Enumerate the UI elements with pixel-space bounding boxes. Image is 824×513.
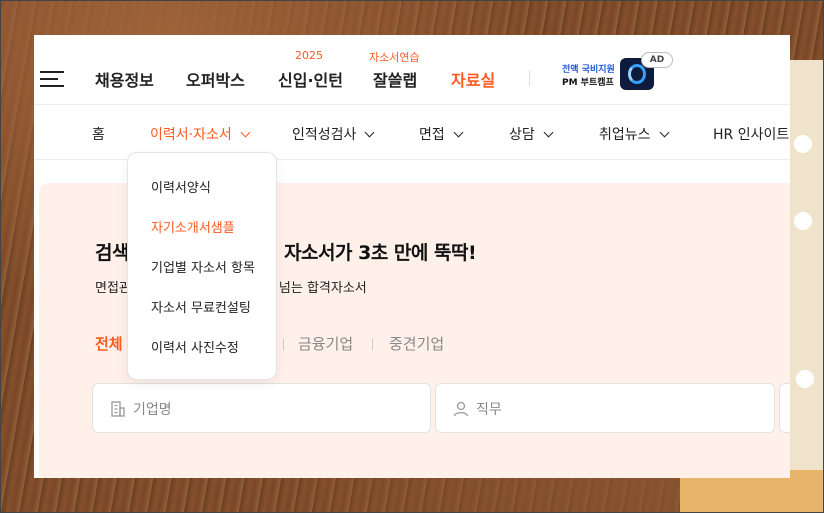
top-navigation: 채용정보 오퍼박스 2025 신입·인턴 자소서연습 잘쓸랩 자료실 전액 국비…: [34, 35, 790, 105]
subnav-counsel-label: 상담: [509, 127, 535, 143]
subnav-home-label: 홈: [92, 127, 105, 143]
filter-finance[interactable]: 금융기업: [298, 333, 353, 354]
extra-search-field[interactable]: [779, 383, 790, 433]
filter-midsize[interactable]: 중견기업: [389, 333, 444, 354]
subnav-counsel[interactable]: 상담: [509, 124, 554, 144]
subnav-home[interactable]: 홈: [92, 124, 105, 144]
filter-divider: [283, 339, 284, 350]
menu-item-cover-letter-samples[interactable]: 자기소개서샘플: [151, 217, 235, 236]
job-search-field[interactable]: 직무: [435, 383, 775, 433]
hero-subtitle-right: 넘는 합격자소서: [278, 281, 367, 296]
chevron-down-icon: [240, 127, 251, 138]
nav-lab-tag: 자소서연습: [369, 51, 420, 64]
ad-badge: AD: [641, 52, 673, 68]
subnav-interview[interactable]: 면접: [419, 124, 464, 144]
browser-page: 채용정보 오퍼박스 2025 신입·인턴 자소서연습 잘쓸랩 자료실 전액 국비…: [34, 35, 790, 478]
nav-offerbox[interactable]: 오퍼박스: [186, 67, 245, 91]
hero-subtitle-left: 면접관: [95, 281, 131, 296]
filter-all[interactable]: 전체: [95, 333, 123, 354]
nav-newgrad-tag: 2025: [295, 49, 323, 62]
subnav-interview-label: 면접: [419, 127, 445, 143]
chevron-down-icon: [453, 127, 464, 138]
subnav-news-label: 취업뉴스: [599, 127, 651, 143]
filter-divider: [372, 339, 373, 350]
subnav-aptitude[interactable]: 인적성검사: [292, 124, 375, 144]
building-icon: [111, 401, 125, 417]
nav-lab[interactable]: 잘쓸랩: [373, 67, 417, 91]
nav-divider: [529, 70, 530, 86]
resume-dropdown-menu: 이력서양식 자기소개서샘플 기업별 자소서 항목 자소서 무료컨설팅 이력서 사…: [127, 152, 277, 380]
ad-banner[interactable]: 전액 국비지원 PM 부트캠프 AD: [559, 52, 679, 95]
hero-title-right: 격 자소서가 3초 만에 뚝딱!: [260, 242, 477, 264]
nav-newgrad-intern[interactable]: 신입·인턴: [278, 67, 343, 91]
company-placeholder: 기업명: [133, 402, 172, 418]
menu-icon[interactable]: [40, 71, 64, 87]
menu-item-free-consulting[interactable]: 자소서 무료컨설팅: [151, 297, 251, 316]
subnav-hr-insight-label: HR 인사이트: [713, 127, 790, 143]
subnav-resume[interactable]: 이력서·자소서: [150, 124, 251, 144]
chevron-down-icon: [364, 127, 375, 138]
subnav-aptitude-label: 인적성검사: [292, 127, 357, 143]
ad-line1: 전액 국비지원: [562, 65, 615, 75]
nav-jobs[interactable]: 채용정보: [95, 67, 154, 91]
company-search-field[interactable]: 기업명: [92, 383, 431, 433]
job-placeholder: 직무: [476, 402, 502, 418]
person-icon: [453, 401, 469, 417]
subnav-resume-label: 이력서·자소서: [150, 127, 232, 143]
menu-item-resume-template[interactable]: 이력서양식: [151, 177, 211, 196]
chevron-down-icon: [543, 127, 554, 138]
menu-item-photo-edit[interactable]: 이력서 사진수정: [151, 337, 239, 356]
menu-item-company-questions[interactable]: 기업별 자소서 항목: [151, 257, 255, 276]
ad-line2: PM 부트캠프: [562, 78, 614, 88]
chevron-down-icon: [659, 127, 669, 138]
hero-title-left: 검색: [95, 242, 129, 264]
subnav-news[interactable]: 취업뉴스: [599, 124, 669, 144]
nav-resources[interactable]: 자료실: [451, 67, 495, 91]
subnav-hr-insight[interactable]: HR 인사이트: [713, 124, 789, 144]
